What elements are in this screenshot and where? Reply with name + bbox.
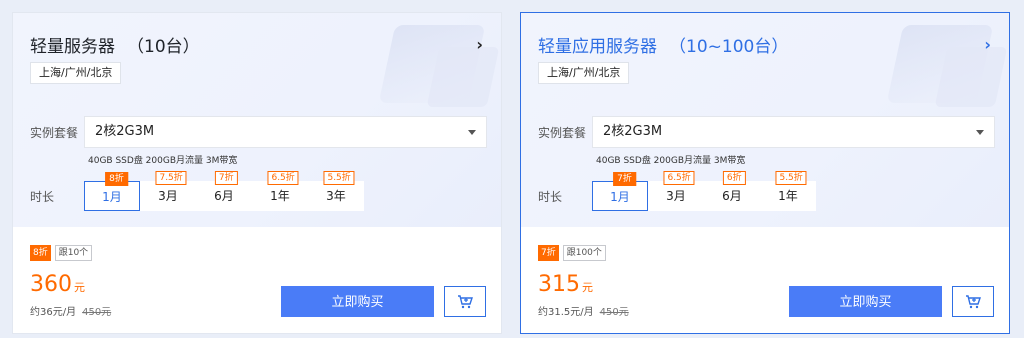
duration-option-label: 3月 [666, 189, 686, 203]
package-select[interactable]: 2核2G3M [592, 116, 995, 148]
duration-discount-badge: 5.5折 [323, 171, 355, 185]
add-to-cart-button[interactable] [444, 286, 486, 317]
package-label: 实例套餐 [30, 126, 79, 140]
duration-discount-badge: 7折 [214, 171, 238, 185]
price: 315 元 [538, 272, 593, 297]
duration-option-1-month[interactable]: 8折 1月 [84, 172, 140, 211]
caret-down-icon [468, 130, 476, 135]
duration-option-label: 6月 [722, 189, 742, 203]
price: 360 元 [30, 272, 85, 297]
region-tag: 上海/广州/北京 [538, 62, 630, 84]
discount-badge: 8折 [30, 245, 51, 261]
cart-plus-icon [458, 294, 473, 308]
package-select[interactable]: 2核2G3M [84, 116, 487, 148]
price-badges: 7折 跟100个 [538, 245, 606, 261]
discount-badge: 7折 [538, 245, 559, 261]
duration-discount-badge: 7.5折 [155, 171, 187, 185]
price-badges: 8折 跟10个 [30, 245, 93, 261]
original-price: 450元 [82, 307, 112, 318]
price-detail: 约36元/月 450元 [30, 303, 111, 318]
buy-now-button[interactable]: 立即购买 [789, 286, 942, 317]
duration-label: 时长 [538, 190, 563, 204]
price-value: 360 [30, 272, 72, 297]
buy-now-button[interactable]: 立即购买 [281, 286, 434, 317]
duration-discount-badge: 7折 [613, 172, 636, 186]
duration-option-label: 1月 [102, 190, 122, 204]
add-to-cart-button[interactable] [952, 286, 994, 317]
package-select-value: 2核2G3M [603, 124, 663, 139]
chevron-right-icon[interactable]: › [984, 35, 991, 54]
duration-option-label: 1年 [778, 189, 798, 203]
region-tag: 上海/广州/北京 [30, 62, 122, 84]
duration-option-label: 1年 [270, 189, 290, 203]
decorative-shape [934, 47, 1008, 107]
duration-option-3-years[interactable]: 5.5折 3年 [308, 171, 364, 211]
decorative-shape [426, 47, 500, 107]
card-title-count: （10~100台） [669, 37, 789, 57]
duration-discount-badge: 6折 [722, 171, 746, 185]
duration-discount-badge: 6.5折 [663, 171, 695, 185]
price-detail: 约31.5元/月 450元 [538, 303, 629, 318]
duration-option-label: 3年 [326, 189, 346, 203]
duration-option-6-months[interactable]: 7折 6月 [196, 171, 252, 211]
duration-option-3-months[interactable]: 6.5折 3月 [648, 171, 704, 211]
price-unit: 元 [74, 281, 85, 294]
duration-selector: 7折 1月 6.5折 3月 6折 6月 5.5折 1年 [592, 171, 816, 211]
chevron-right-icon[interactable]: › [476, 35, 483, 54]
duration-option-label: 3月 [158, 189, 178, 203]
card-title[interactable]: 轻量服务器 （10台） [30, 32, 200, 57]
duration-option-label: 6月 [214, 189, 234, 203]
duration-option-1-year[interactable]: 5.5折 1年 [760, 171, 816, 211]
duration-option-label: 1月 [610, 190, 630, 204]
card-title[interactable]: 轻量应用服务器 （10~100台） [538, 32, 788, 57]
original-price: 450元 [599, 307, 629, 318]
product-card-lightweight-server: 轻量服务器 （10台） › 上海/广州/北京 实例套餐 2核2G3M 40GB S… [12, 12, 502, 334]
product-card-lightweight-app-server: 轻量应用服务器 （10~100台） › 上海/广州/北京 实例套餐 2核2G3M … [520, 12, 1010, 334]
duration-label: 时长 [30, 190, 55, 204]
price-per-month: 约36元/月 [30, 307, 77, 318]
price-unit: 元 [582, 281, 593, 294]
card-header-area: 轻量服务器 （10台） › 上海/广州/北京 实例套餐 2核2G3M 40GB S… [13, 13, 501, 227]
duration-selector: 8折 1月 7.5折 3月 7折 6月 6.5折 1年 5.5折 3年 [84, 171, 364, 211]
caret-down-icon [976, 130, 984, 135]
duration-option-1-year[interactable]: 6.5折 1年 [252, 171, 308, 211]
package-spec: 40GB SSD盘 200GB月流量 3M带宽 [88, 156, 238, 166]
cart-plus-icon [966, 294, 981, 308]
duration-option-6-months[interactable]: 6折 6月 [704, 171, 760, 211]
card-title-count: （10台） [127, 37, 200, 57]
price-per-month: 约31.5元/月 [538, 307, 594, 318]
package-label: 实例套餐 [538, 126, 587, 140]
duration-option-1-month[interactable]: 7折 1月 [592, 172, 648, 211]
duration-option-3-months[interactable]: 7.5折 3月 [140, 171, 196, 211]
duration-discount-badge: 8折 [105, 172, 128, 186]
package-select-value: 2核2G3M [95, 124, 155, 139]
duration-discount-badge: 5.5折 [775, 171, 807, 185]
card-title-text: 轻量服务器 [30, 37, 115, 57]
price-value: 315 [538, 272, 580, 297]
package-spec: 40GB SSD盘 200GB月流量 3M带宽 [596, 156, 746, 166]
follow-badge: 跟10个 [54, 245, 93, 261]
card-title-text: 轻量应用服务器 [538, 37, 657, 57]
card-header-area: 轻量应用服务器 （10~100台） › 上海/广州/北京 实例套餐 2核2G3M … [521, 13, 1009, 227]
duration-discount-badge: 6.5折 [267, 171, 299, 185]
follow-badge: 跟100个 [562, 245, 606, 261]
